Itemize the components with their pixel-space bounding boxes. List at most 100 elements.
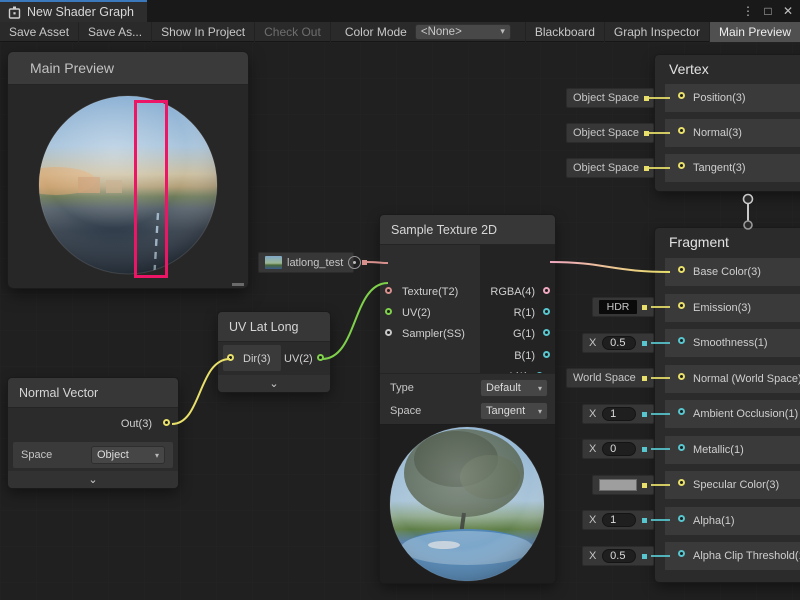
tangent-space-chip-label: Object Space	[573, 162, 639, 174]
base-color-input-port[interactable]	[678, 266, 685, 273]
ambient-occlusion-input-port[interactable]	[678, 408, 685, 415]
normal-space-chip[interactable]: Object Space	[566, 123, 654, 143]
b-output-port[interactable]	[543, 351, 550, 358]
color-mode-dropdown[interactable]: <None> ▾	[415, 24, 511, 40]
alpha-value-chip[interactable]: X 1	[582, 510, 654, 530]
metallic-label: Metallic(1)	[693, 444, 744, 456]
graph-inspector-toggle-button[interactable]: Graph Inspector	[604, 22, 709, 42]
vertex-row-tangent[interactable]: Tangent(3)	[665, 154, 800, 182]
emission-hdr-chip[interactable]: HDR	[592, 297, 654, 317]
emission-chip-port	[642, 305, 647, 310]
specular-chip-port	[642, 483, 647, 488]
normal-ws-input-port[interactable]	[678, 373, 685, 380]
rgba-output-port[interactable]	[543, 287, 550, 294]
normal-input-port[interactable]	[678, 127, 685, 134]
save-as-button[interactable]: Save As...	[79, 22, 152, 42]
out-output-port[interactable]	[163, 419, 170, 426]
tangent-input-port[interactable]	[678, 162, 685, 169]
uv-lat-long-node[interactable]: UV Lat Long Dir(3) UV(2) ⌄	[218, 312, 330, 392]
space-dropdown[interactable]: Tangent ▾	[480, 402, 548, 420]
vertex-node-title: Vertex	[655, 55, 800, 83]
save-asset-button[interactable]: Save Asset	[0, 22, 79, 42]
type-dropdown[interactable]: Default ▾	[480, 379, 548, 397]
uv-input-port[interactable]	[385, 308, 392, 315]
normal-ws-space-chip[interactable]: World Space	[566, 368, 654, 388]
vertex-row-position[interactable]: Position(3)	[665, 84, 800, 112]
main-preview-toggle-button[interactable]: Main Preview	[709, 22, 800, 42]
texture-thumbnail	[265, 256, 282, 269]
resize-grip[interactable]	[232, 283, 244, 286]
vertex-row-normal[interactable]: Normal(3)	[665, 119, 800, 147]
hdr-color-field[interactable]: HDR	[599, 300, 637, 314]
normal-chip-port	[644, 131, 649, 136]
texture-t2-input-port[interactable]	[385, 287, 392, 294]
uv-lat-long-collapse-bar[interactable]: ⌄	[218, 375, 330, 392]
normal-space-chip-label: Object Space	[573, 127, 639, 139]
alpha-clip-value-chip[interactable]: X 0.5	[582, 546, 654, 566]
r-output-port[interactable]	[543, 308, 550, 315]
alpha-input-port[interactable]	[678, 515, 685, 522]
tab-new-shader-graph[interactable]: New Shader Graph	[0, 0, 147, 22]
fragment-row-normal-ws[interactable]: Normal (World Space)(3)	[665, 365, 800, 393]
shader-graph-icon	[8, 6, 21, 19]
fragment-row-alpha[interactable]: Alpha(1)	[665, 507, 800, 535]
alpha-clip-value-field[interactable]: 0.5	[602, 549, 636, 563]
ambient-occlusion-value-field[interactable]: 1	[602, 407, 636, 421]
position-space-chip-label: Object Space	[573, 92, 639, 104]
metallic-value-chip[interactable]: X 0	[582, 439, 654, 459]
dropdown-arrow-icon: ▾	[155, 451, 159, 460]
specular-color-input-port[interactable]	[678, 479, 685, 486]
dir-input-port[interactable]	[227, 354, 234, 361]
specular-color-chip[interactable]	[592, 475, 654, 495]
main-preview-viewport[interactable]	[8, 85, 248, 288]
position-space-chip[interactable]: Object Space	[566, 88, 654, 108]
x-label: X	[589, 443, 596, 455]
position-chip-port	[644, 96, 649, 101]
toolbar-right-group: Blackboard Graph Inspector Main Preview	[525, 22, 800, 42]
tangent-chip-port	[644, 166, 649, 171]
smoothness-input-port[interactable]	[678, 337, 685, 344]
metallic-input-port[interactable]	[678, 444, 685, 451]
maximize-icon[interactable]: □	[758, 4, 778, 18]
emission-input-port[interactable]	[678, 302, 685, 309]
latlong-test-texture-chip[interactable]: latlong_test	[258, 252, 354, 273]
g-output-port[interactable]	[543, 329, 550, 336]
fragment-row-alpha-clip[interactable]: Alpha Clip Threshold(1)	[665, 542, 800, 570]
tangent-label: Tangent(3)	[693, 162, 746, 174]
specular-color-swatch[interactable]	[599, 479, 637, 491]
fragment-row-base-color[interactable]: Base Color(3)	[665, 258, 800, 286]
ambient-occlusion-value-chip[interactable]: X 1	[582, 404, 654, 424]
normal-vector-node[interactable]: Normal Vector Out(3) Space Object ▾ ⌄	[8, 378, 178, 488]
fragment-node[interactable]: Fragment Base Color(3) Emission(3) Smoot…	[655, 228, 800, 582]
chevron-down-icon: ⌄	[269, 379, 278, 389]
position-input-port[interactable]	[678, 92, 685, 99]
show-in-project-button[interactable]: Show In Project	[152, 22, 255, 42]
sample-texture-2d-node[interactable]: Sample Texture 2D Texture(T2) UV(2) Samp…	[380, 215, 555, 583]
uv-output-port[interactable]	[317, 354, 324, 361]
dropdown-arrow-icon: ▾	[500, 26, 505, 37]
main-preview-title[interactable]: Main Preview	[8, 52, 248, 85]
fragment-row-smoothness[interactable]: Smoothness(1)	[665, 329, 800, 357]
alpha-clip-input-port[interactable]	[678, 550, 685, 557]
main-preview-panel: Main Preview	[8, 52, 248, 288]
metallic-value-field[interactable]: 0	[602, 442, 636, 456]
normal-vector-space-dropdown[interactable]: Object ▾	[91, 446, 165, 464]
smoothness-value-field[interactable]: 0.5	[602, 336, 636, 350]
fragment-row-ambient-occlusion[interactable]: Ambient Occlusion(1)	[665, 400, 800, 428]
main-preview-sphere	[8, 85, 248, 288]
vertex-node[interactable]: Vertex Position(3) Normal(3) Tangent(3)	[655, 55, 800, 191]
fragment-row-metallic[interactable]: Metallic(1)	[665, 436, 800, 464]
blackboard-toggle-button[interactable]: Blackboard	[525, 22, 604, 42]
sampler-input-port[interactable]	[385, 329, 392, 336]
rgba-output-label: RGBA(4)	[490, 286, 535, 298]
fragment-row-specular-color[interactable]: Specular Color(3)	[665, 471, 800, 499]
position-label: Position(3)	[693, 92, 746, 104]
smoothness-value-chip[interactable]: X 0.5	[582, 333, 654, 353]
tangent-space-chip[interactable]: Object Space	[566, 158, 654, 178]
normal-vector-collapse-bar[interactable]: ⌄	[8, 471, 178, 488]
close-icon[interactable]: ✕	[778, 4, 798, 18]
selection-rectangle	[134, 100, 168, 278]
menu-icon[interactable]: ⋮	[738, 4, 758, 18]
fragment-row-emission[interactable]: Emission(3)	[665, 294, 800, 322]
alpha-value-field[interactable]: 1	[602, 513, 636, 527]
